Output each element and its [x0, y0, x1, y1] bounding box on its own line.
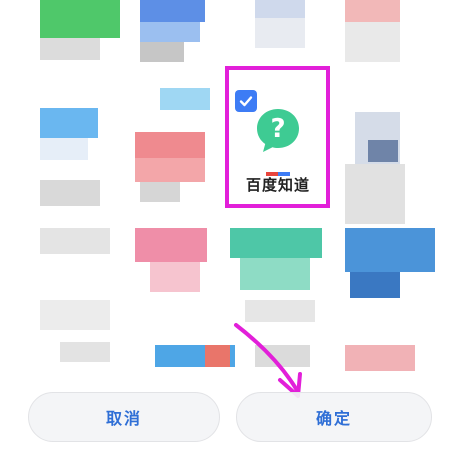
blurred-app-tile [345, 22, 400, 62]
blurred-app-tile [40, 180, 100, 206]
blurred-app-tile [345, 164, 405, 224]
blurred-app-tile [205, 345, 230, 367]
blurred-app-tile[interactable] [40, 108, 98, 138]
blurred-app-tile [140, 42, 184, 62]
blurred-app-tile [40, 300, 110, 330]
blurred-app-tile [255, 18, 305, 48]
blurred-app-tile [135, 158, 205, 182]
blurred-app-tile [140, 22, 200, 42]
question-mark-bubble-icon[interactable]: ? [254, 106, 302, 154]
blurred-app-tile [60, 342, 110, 362]
blurred-app-tile [40, 138, 88, 160]
blurred-app-tile [245, 300, 315, 322]
blurred-app-tile [345, 0, 400, 22]
blurred-app-tile[interactable] [135, 228, 207, 262]
blurred-app-tile[interactable] [345, 228, 435, 272]
blurred-app-tile[interactable] [40, 0, 120, 38]
blurred-app-tile [240, 258, 310, 290]
blurred-app-tile [40, 38, 100, 60]
blurred-app-tile[interactable] [140, 0, 205, 22]
selected-app-label: 百度知道 [245, 176, 310, 194]
blurred-app-tile [40, 228, 110, 254]
blurred-app-tile [255, 345, 310, 367]
svg-text:?: ? [270, 114, 285, 144]
blurred-app-tile [368, 140, 398, 162]
blurred-app-tile[interactable] [160, 88, 210, 110]
blurred-app-tile [135, 132, 205, 158]
blurred-app-tile [255, 0, 305, 18]
app-picker-dialog: ? 百度知道 取消 确定 [0, 0, 450, 449]
checkmark-icon [239, 96, 253, 107]
confirm-button[interactable]: 确定 [236, 392, 432, 442]
app-brand-bar [266, 161, 290, 176]
cancel-button[interactable]: 取消 [28, 392, 220, 442]
blurred-app-tile [150, 262, 200, 292]
blurred-app-tile[interactable] [230, 228, 322, 258]
blurred-app-tile [140, 182, 180, 202]
blurred-app-tile [345, 345, 415, 371]
blurred-app-tile [350, 272, 400, 298]
